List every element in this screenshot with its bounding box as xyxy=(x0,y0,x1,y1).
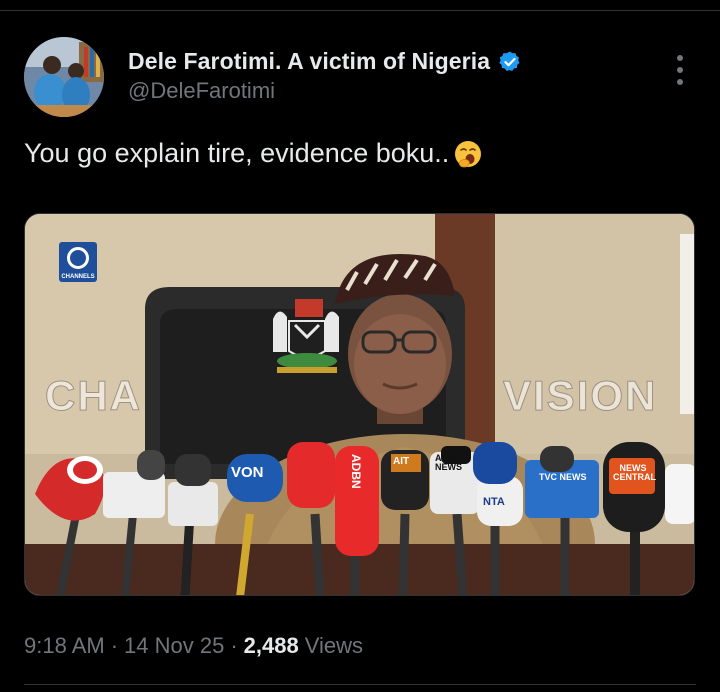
tweet-date[interactable]: 14 Nov 25 xyxy=(124,633,224,659)
mic-label-nta: NTA xyxy=(483,496,505,508)
author-handle[interactable]: @DeleFarotimi xyxy=(128,78,275,104)
mic-label-ait: AIT xyxy=(393,456,410,467)
more-dot xyxy=(677,79,683,85)
tweet-meta: 9:18 AM · 14 Nov 25 · 2,488 Views xyxy=(24,633,363,659)
views-label: Views xyxy=(304,633,364,658)
top-divider xyxy=(0,10,720,11)
bottom-divider xyxy=(24,684,696,685)
tweet-text-row: You go explain tire, evidence boku.. xyxy=(24,138,483,169)
watermark-left: CHA xyxy=(45,372,142,420)
tweet-text: You go explain tire, evidence boku.. xyxy=(24,138,450,168)
meta-separator: · xyxy=(110,633,119,658)
mic-label-von: VON xyxy=(231,464,264,481)
mic-label-tvc: TVC NEWS xyxy=(539,472,587,482)
yawning-face-icon xyxy=(455,140,482,167)
verified-badge-icon xyxy=(499,51,520,71)
tweet-media-video[interactable]: CHANNELS CHA VISION VON ADBN AIT ARISE N… xyxy=(24,213,695,596)
channels-ring xyxy=(67,247,89,269)
channels-tv-logo: CHANNELS xyxy=(59,242,97,282)
mic-label-arise: ARISE NEWS xyxy=(435,453,463,472)
author-display-name[interactable]: Dele Farotimi. A victim of Nigeria xyxy=(128,48,490,75)
avatar[interactable] xyxy=(24,37,104,117)
more-dot xyxy=(677,67,683,73)
channel-logo-label: CHANNELS xyxy=(61,274,95,280)
more-options-button[interactable] xyxy=(664,52,696,88)
views-count: 2,488 xyxy=(243,633,299,658)
more-options-icon xyxy=(677,55,683,61)
mic-label-news-central: NEWS CENTRAL xyxy=(613,463,656,482)
tweet-time[interactable]: 9:18 AM xyxy=(24,633,105,659)
mic-label-adbn: ADBN xyxy=(349,454,363,489)
meta-separator: · xyxy=(230,633,238,658)
watermark-right: VISION xyxy=(502,372,658,420)
